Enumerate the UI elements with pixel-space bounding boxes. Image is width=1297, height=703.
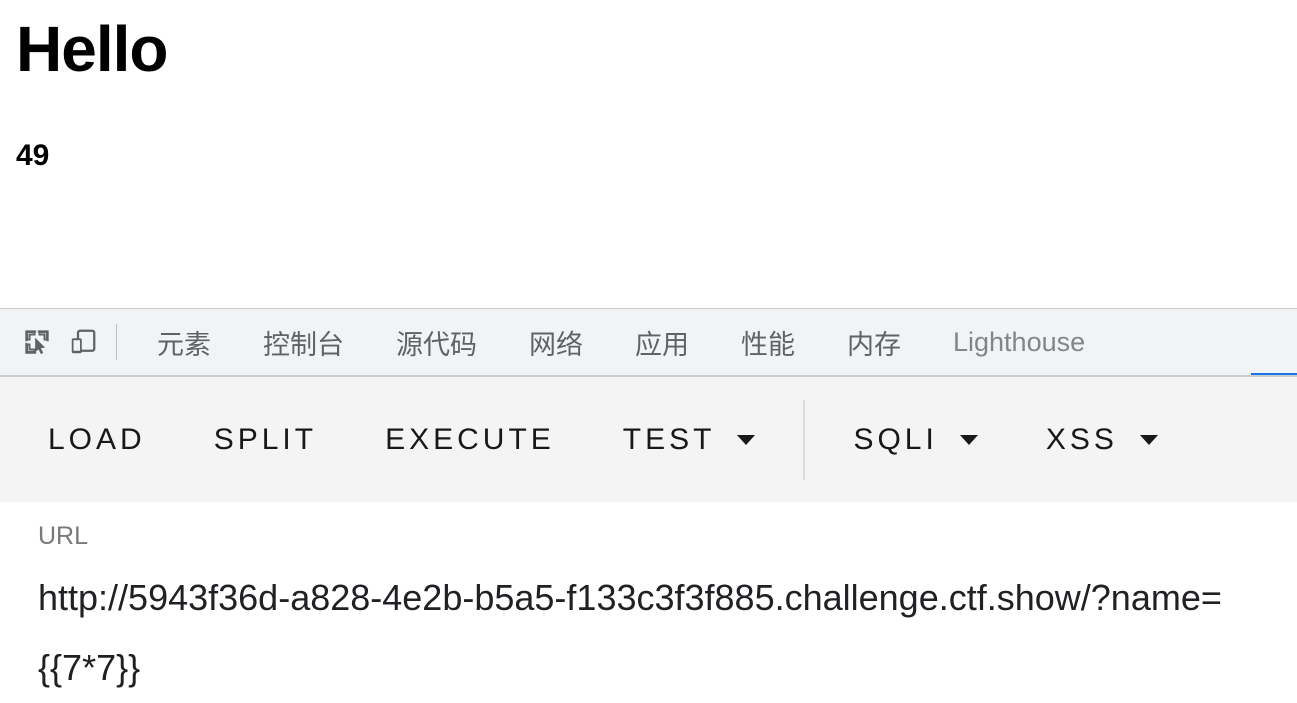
devtools-tab-list: 元素 控制台 源代码 网络 应用 性能 内存 Lighthouse xyxy=(131,309,1111,375)
rendered-page-content: Hello 49 xyxy=(0,13,1297,308)
load-button-label: LOAD xyxy=(48,422,146,456)
devtools-panel: 元素 控制台 源代码 网络 应用 性能 内存 Lighthouse LOAD S… xyxy=(0,308,1297,703)
load-button[interactable]: LOAD xyxy=(14,409,180,471)
chevron-down-icon xyxy=(959,434,978,445)
extension-action-toolbar: LOAD SPLIT EXECUTE TEST SQLI XSS xyxy=(0,377,1297,502)
xss-dropdown-button[interactable]: XSS xyxy=(1012,409,1192,471)
tab-lighthouse[interactable]: Lighthouse xyxy=(927,309,1111,375)
url-field-value[interactable]: http://5943f36d-a828-4e2b-b5a5-f133c3f3f… xyxy=(38,563,1259,703)
page-title: Hello xyxy=(16,13,168,85)
chevron-down-icon xyxy=(737,434,756,445)
devtools-content-area: URL http://5943f36d-a828-4e2b-b5a5-f133c… xyxy=(0,502,1297,703)
tab-elements[interactable]: 元素 xyxy=(131,309,237,375)
devtools-tabbar: 元素 控制台 源代码 网络 应用 性能 内存 Lighthouse xyxy=(0,309,1297,377)
execute-button[interactable]: EXECUTE xyxy=(351,409,589,471)
split-button-label: SPLIT xyxy=(213,422,318,456)
test-dropdown-button[interactable]: TEST xyxy=(589,409,790,471)
test-button-label: TEST xyxy=(622,422,716,456)
device-toolbar-icon[interactable] xyxy=(60,319,106,365)
tab-console[interactable]: 控制台 xyxy=(237,309,370,375)
toolbar-divider xyxy=(116,324,117,360)
inspect-element-icon[interactable] xyxy=(14,319,60,365)
execute-button-label: EXECUTE xyxy=(385,422,555,456)
tab-sources[interactable]: 源代码 xyxy=(370,309,503,375)
page-rendered-value: 49 xyxy=(16,139,50,173)
sqli-button-label: SQLI xyxy=(853,422,938,456)
sqli-dropdown-button[interactable]: SQLI xyxy=(819,409,1011,471)
active-tab-indicator xyxy=(1251,373,1297,375)
split-button[interactable]: SPLIT xyxy=(180,409,351,471)
tab-memory[interactable]: 内存 xyxy=(821,309,927,375)
xss-button-label: XSS xyxy=(1045,422,1118,456)
tab-network[interactable]: 网络 xyxy=(503,309,609,375)
chevron-down-icon xyxy=(1139,434,1158,445)
toolbar-group-divider xyxy=(803,399,806,480)
tab-application[interactable]: 应用 xyxy=(609,309,715,375)
tab-performance[interactable]: 性能 xyxy=(715,309,821,375)
url-field-label: URL xyxy=(38,522,89,550)
